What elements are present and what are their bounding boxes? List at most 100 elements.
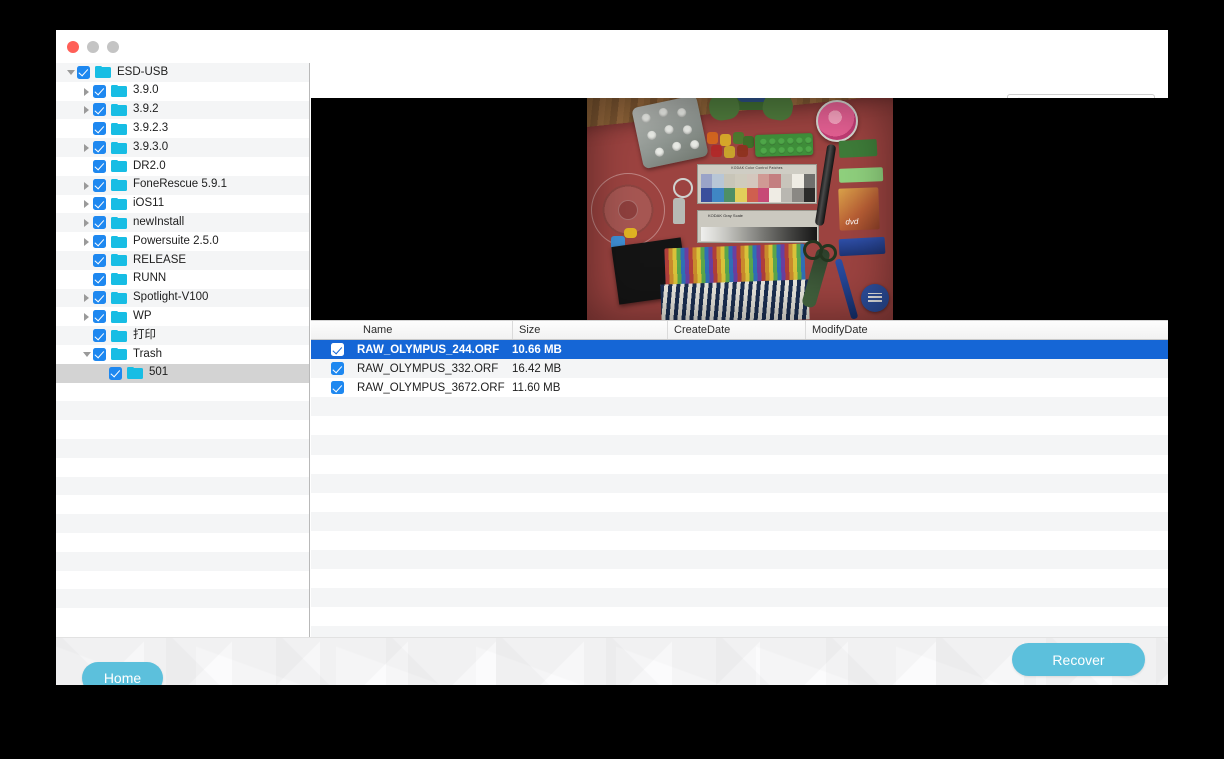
column-header-name[interactable]: Name [357, 321, 512, 339]
row-checkbox-checked-icon[interactable] [331, 362, 344, 376]
tree-item-3-9-0[interactable]: 3.9.0 [56, 81, 309, 101]
photo-yellow-squiggle [624, 228, 637, 238]
photo-green-package [838, 167, 884, 183]
folder-icon [111, 197, 127, 210]
tree-item-label: 3.9.2 [133, 103, 159, 116]
checkbox-checked-icon[interactable] [93, 329, 106, 343]
folder-icon [111, 179, 127, 192]
folder-icon [111, 291, 127, 304]
cell-modifydate [805, 340, 1168, 359]
table-empty-row [311, 569, 1168, 589]
table-row[interactable]: RAW_OLYMPUS_332.ORF 16.42 MB [311, 359, 1168, 379]
folder-icon [111, 329, 127, 342]
photo-cat-charm [673, 198, 685, 224]
tree-item-esd-usb[interactable]: ESD-USB [56, 63, 309, 82]
tree-item-3-9-2-3[interactable]: 3.9.2.3 [56, 119, 309, 139]
recover-button[interactable]: Recover [1012, 643, 1145, 676]
checkbox-checked-icon[interactable] [93, 84, 106, 98]
folder-icon [95, 66, 111, 79]
chevron-down-icon[interactable] [82, 349, 93, 360]
checkbox-checked-icon[interactable] [77, 65, 90, 79]
file-list-body[interactable]: RAW_OLYMPUS_244.ORF 10.66 MB RAW_OLYMPUS_3… [311, 340, 1168, 665]
checkbox-checked-icon[interactable] [93, 178, 106, 192]
row-checkbox-checked-icon[interactable] [331, 381, 344, 395]
cell-modifydate [805, 359, 1168, 378]
column-header-modifydate[interactable]: ModifyDate [805, 321, 1168, 339]
tree-item-3-9-2[interactable]: 3.9.2 [56, 100, 309, 120]
chevron-right-icon[interactable] [82, 311, 93, 322]
folder-tree: ESD-USB 3.9.0 3.9.2 3.9.2.3 3.9.3.0 DR2.0 Fone… [56, 63, 309, 609]
tree-empty-row [56, 514, 309, 533]
column-header-size[interactable]: Size [512, 321, 667, 339]
close-button[interactable] [67, 41, 79, 53]
checkbox-checked-icon[interactable] [93, 235, 106, 249]
chevron-right-icon[interactable] [82, 142, 93, 153]
checkbox-checked-icon[interactable] [93, 159, 106, 173]
tree-item-powersuite-2-5-0[interactable]: Powersuite 2.5.0 [56, 232, 309, 251]
tree-item-[interactable]: 打印 [56, 326, 309, 345]
checkbox-checked-icon[interactable] [93, 197, 106, 211]
table-empty-row [311, 511, 1168, 531]
checkbox-checked-icon[interactable] [93, 347, 106, 361]
tree-item-label: 3.9.0 [133, 84, 159, 97]
folder-icon [111, 348, 127, 361]
image-preview-stage: KODAK Color Control Patches KODAK Gray S… [311, 98, 1168, 320]
tree-item-ios11[interactable]: iOS11 [56, 194, 309, 214]
checkbox-checked-icon[interactable] [109, 366, 122, 380]
chevron-right-icon[interactable] [82, 198, 93, 209]
row-checkbox-checked-icon[interactable] [331, 343, 344, 356]
cell-modifydate [805, 378, 1168, 397]
folder-icon [111, 160, 127, 173]
table-row[interactable]: RAW_OLYMPUS_244.ORF 10.66 MB [311, 340, 1168, 360]
tree-item-fonerescue-5-9-1[interactable]: FoneRescue 5.9.1 [56, 175, 309, 195]
tree-item-dr2-0[interactable]: DR2.0 [56, 156, 309, 176]
tree-empty-row [56, 551, 309, 571]
tree-item-wp[interactable]: WP [56, 307, 309, 327]
photo-pencil-sharpener [861, 284, 889, 312]
chevron-right-icon[interactable] [82, 104, 93, 115]
checkbox-checked-icon[interactable] [93, 122, 106, 136]
chevron-right-icon[interactable] [82, 292, 93, 303]
tree-item-newinstall[interactable]: newInstall [56, 213, 309, 233]
folder-icon [111, 216, 127, 229]
tree-empty-row [56, 382, 309, 402]
tree-item-spotlight-v100[interactable]: Spotlight-V100 [56, 288, 309, 308]
checkbox-checked-icon[interactable] [93, 216, 106, 230]
table-empty-row [311, 435, 1168, 455]
home-button[interactable]: Home [82, 662, 163, 685]
tree-item-runn[interactable]: RUNN [56, 269, 309, 289]
checkbox-checked-icon[interactable] [93, 310, 106, 324]
tree-item-label: iOS11 [133, 197, 165, 210]
column-header-createdate[interactable]: CreateDate [667, 321, 805, 339]
table-row[interactable]: RAW_OLYMPUS_3672.ORF 11.60 MB [311, 378, 1168, 398]
folder-tree-sidebar[interactable]: ESD-USB 3.9.0 3.9.2 3.9.2.3 3.9.3.0 DR2.0 Fone… [56, 63, 310, 637]
chevron-right-icon[interactable] [82, 86, 93, 97]
minimize-button[interactable] [87, 41, 99, 53]
checkbox-checked-icon[interactable] [93, 103, 106, 117]
photo-color-chart-title: KODAK Color Control Patches [731, 166, 783, 170]
tree-item-3-9-3-0[interactable]: 3.9.3.0 [56, 138, 309, 157]
column-header-label: ModifyDate [812, 324, 868, 336]
chevron-right-icon[interactable] [82, 180, 93, 191]
cell-size: 16.42 MB [512, 362, 562, 375]
tree-item-label: newInstall [133, 216, 185, 229]
file-list-header: Name Size CreateDate ModifyDate [311, 320, 1168, 340]
photo-candy-tin [816, 100, 858, 142]
chevron-right-icon[interactable] [82, 217, 93, 228]
folder-icon [111, 273, 127, 286]
checkbox-checked-icon[interactable] [93, 253, 106, 267]
checkbox-checked-icon[interactable] [93, 291, 106, 305]
chevron-down-icon[interactable] [66, 67, 77, 78]
column-header-label: Size [519, 324, 541, 336]
chevron-right-icon[interactable] [82, 236, 93, 247]
tree-empty-row [56, 532, 309, 552]
tree-item-trash[interactable]: Trash [56, 344, 309, 364]
checkbox-checked-icon[interactable] [93, 272, 106, 286]
cell-createdate [667, 340, 805, 359]
maximize-button[interactable] [107, 41, 119, 53]
checkbox-checked-icon[interactable] [93, 141, 106, 155]
column-header-label: CreateDate [674, 324, 731, 336]
tree-item-501[interactable]: 501 [56, 363, 309, 383]
tree-item-release[interactable]: RELEASE [56, 250, 309, 270]
